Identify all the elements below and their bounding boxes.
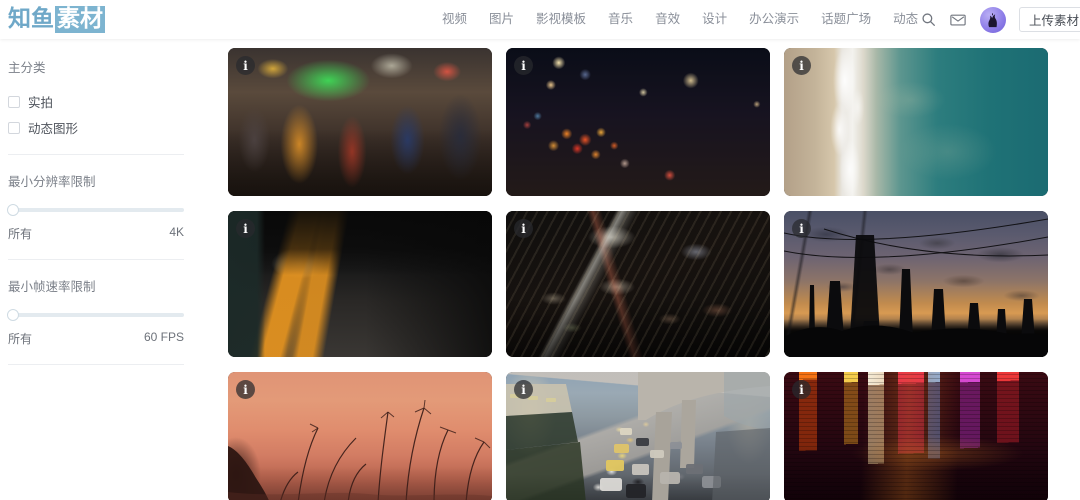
nav-item-music[interactable]: 音乐 (608, 0, 633, 39)
site-logo[interactable]: 知鱼 素材 (8, 6, 105, 33)
upload-button[interactable]: 上传素材 (1018, 7, 1080, 32)
category-title: 主分类 (8, 61, 46, 75)
card-night-bokeh-traffic[interactable]: i (506, 48, 770, 196)
filter-checkbox-live-action[interactable]: 实拍 (8, 92, 188, 111)
pylon-silhouettes (784, 218, 1048, 357)
overpass-shapes (506, 372, 770, 500)
checkbox-label: 实拍 (28, 96, 54, 110)
thumbnail (784, 48, 1048, 196)
resolution-title: 最小分辨率限制 (8, 175, 96, 189)
framerate-title: 最小帧速率限制 (8, 280, 96, 294)
info-icon[interactable]: i (514, 380, 533, 399)
card-city-traffic[interactable]: i (506, 372, 770, 500)
search-icon[interactable] (920, 11, 937, 28)
filter-sidebar: 主分类 实拍 动态图形 最小分辨率限制 所有 4K 最小帧速率限制 所有 60 … (0, 39, 200, 500)
thumbnail (228, 48, 492, 196)
card-dusk-power-lines[interactable]: i (784, 211, 1048, 357)
resolution-slider-track[interactable] (7, 204, 184, 216)
filter-checkbox-motion-graphics[interactable]: 动态图形 (8, 118, 188, 137)
nav-item-design[interactable]: 设计 (702, 0, 727, 39)
top-header: 知鱼 素材 视频 图片 影视模板 音乐 音效 设计 办公演示 话题广场 动态 上… (0, 0, 1080, 39)
framerate-min-label: 所有 (8, 332, 33, 346)
info-icon[interactable]: i (236, 56, 255, 75)
info-icon[interactable]: i (236, 380, 255, 399)
checkbox-box[interactable] (8, 95, 20, 108)
checkbox-label: 动态图形 (28, 122, 79, 136)
card-street-market[interactable]: i (228, 48, 492, 196)
sidebar-divider-1 (8, 154, 184, 155)
thumbnail (784, 211, 1048, 357)
avatar[interactable] (979, 6, 1006, 33)
card-subway-platform[interactable]: i (228, 211, 492, 357)
main-navigation: 视频 图片 影视模板 音乐 音效 设计 办公演示 话题广场 动态 (442, 0, 918, 39)
thumbnail (506, 48, 770, 196)
nav-item-sfx[interactable]: 音效 (655, 0, 680, 39)
nav-item-forum[interactable]: 话题广场 (821, 0, 871, 39)
info-icon[interactable]: i (514, 219, 533, 238)
framerate-slider-labels: 所有 60 FPS (8, 330, 188, 347)
sidebar-divider-2 (8, 259, 184, 260)
card-neon-wet-reflections[interactable]: i (784, 372, 1048, 500)
card-sunset-grass[interactable]: i (228, 372, 492, 500)
nav-item-video[interactable]: 视频 (442, 0, 467, 39)
card-aerial-beach[interactable]: i (784, 48, 1048, 196)
envelope-icon[interactable] (950, 11, 967, 28)
filter-framerate: 最小帧速率限制 所有 60 FPS (7, 276, 188, 347)
resolution-slider-handle[interactable] (7, 204, 19, 216)
info-icon[interactable]: i (792, 219, 811, 238)
card-aerial-night-city[interactable]: i (506, 211, 770, 357)
avatar-silhouette-icon (988, 13, 997, 28)
thumbnail (506, 211, 770, 357)
header-actions: 上传素材 (920, 6, 1080, 33)
nav-item-image[interactable]: 图片 (489, 0, 514, 39)
framerate-slider-handle[interactable] (7, 309, 19, 321)
resolution-max-label: 4K (169, 225, 184, 239)
nav-item-feed[interactable]: 动态 (893, 0, 918, 39)
info-icon[interactable]: i (792, 56, 811, 75)
checkbox-box[interactable] (8, 121, 20, 134)
resolution-min-label: 所有 (8, 227, 33, 241)
info-icon[interactable]: i (236, 219, 255, 238)
thumbnail (506, 372, 770, 500)
thumbnail (228, 372, 492, 500)
info-icon[interactable]: i (514, 56, 533, 75)
nav-item-office[interactable]: 办公演示 (749, 0, 799, 39)
asset-grid: i i i i i i i i i (216, 39, 1080, 500)
framerate-slider-track[interactable] (7, 309, 184, 321)
sidebar-divider-3 (8, 364, 184, 365)
framerate-max-label: 60 FPS (143, 330, 184, 344)
nav-item-template[interactable]: 影视模板 (536, 0, 586, 39)
grass-silhouettes (228, 399, 492, 500)
logo-text-badge: 素材 (55, 6, 105, 33)
logo-text-primary: 知鱼 (8, 6, 54, 32)
thumbnail (784, 372, 1048, 500)
resolution-slider-labels: 所有 4K (8, 225, 188, 242)
filter-resolution: 最小分辨率限制 所有 4K (7, 171, 188, 242)
thumbnail (228, 211, 492, 357)
info-icon[interactable]: i (792, 380, 811, 399)
